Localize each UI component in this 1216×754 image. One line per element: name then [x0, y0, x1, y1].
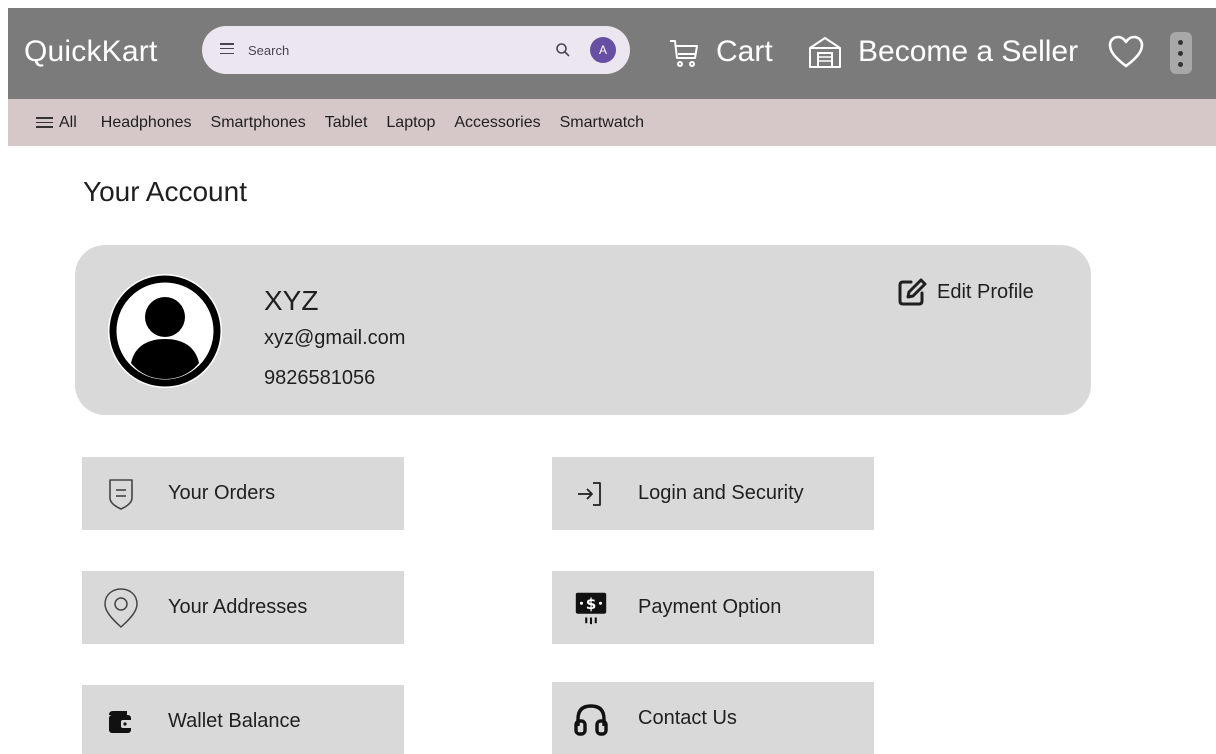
tile-label: Your Orders [168, 482, 276, 504]
account-page: QuickKart A Cart [8, 8, 1216, 754]
app-logo[interactable]: QuickKart [24, 35, 158, 69]
wallet-balance-tile[interactable]: Wallet Balance [82, 685, 404, 754]
category-smartwatch[interactable]: Smartwatch [560, 114, 644, 132]
category-all-label: All [59, 113, 77, 131]
profile-name: XYZ [264, 285, 319, 316]
page-title: Your Account [83, 176, 247, 207]
cart-label: Cart [716, 35, 773, 68]
become-seller-button[interactable]: Become a Seller [806, 34, 1078, 70]
search-bar[interactable]: A [202, 26, 630, 74]
tile-label: Login and Security [638, 482, 804, 504]
edit-icon [898, 278, 927, 306]
cart-button[interactable]: Cart [666, 34, 773, 70]
your-addresses-tile[interactable]: Your Addresses [82, 571, 404, 644]
menu-icon[interactable] [220, 43, 234, 57]
profile-phone: 9826581056 [264, 367, 376, 389]
seller-label: Become a Seller [858, 35, 1079, 68]
more-options-icon[interactable] [1170, 32, 1192, 74]
category-bar: All Headphones Smartphones Tablet Laptop… [8, 99, 1216, 146]
contact-us-tile[interactable]: Contact Us [552, 682, 874, 754]
profile-card: XYZ xyz@gmail.com 9826581056 Edit Profil… [75, 245, 1091, 415]
edit-profile-label: Edit Profile [937, 280, 1034, 303]
category-accessories[interactable]: Accessories [454, 114, 540, 132]
wallet-icon [102, 703, 140, 741]
edit-profile-button[interactable]: Edit Profile [897, 277, 1034, 307]
login-icon [572, 475, 610, 513]
category-laptop[interactable]: Laptop [386, 114, 435, 132]
profile-avatar-icon [107, 273, 223, 389]
location-icon [102, 588, 140, 629]
svg-text:$: $ [586, 595, 597, 613]
your-orders-tile[interactable]: Your Orders [82, 457, 404, 530]
payment-icon: $ [572, 589, 610, 627]
tile-label: Your Addresses [168, 596, 308, 618]
tile-label: Payment Option [638, 596, 782, 618]
orders-icon [102, 475, 140, 513]
store-icon [809, 37, 841, 68]
category-tablet[interactable]: Tablet [325, 114, 368, 132]
payment-option-tile[interactable]: $ Payment Option [552, 571, 874, 644]
wishlist-heart-icon[interactable] [1108, 35, 1144, 74]
tile-label: Wallet Balance [168, 710, 301, 732]
cart-icon [670, 40, 698, 67]
category-headphones[interactable]: Headphones [101, 114, 192, 132]
search-icon[interactable] [554, 41, 572, 59]
profile-email: xyz@gmail.com [264, 327, 406, 349]
search-input[interactable] [248, 40, 548, 60]
headphones-icon [572, 700, 610, 738]
menu-icon [36, 114, 53, 131]
user-avatar[interactable]: A [590, 37, 616, 63]
category-all[interactable]: All [36, 114, 77, 132]
login-security-tile[interactable]: Login and Security [552, 457, 874, 530]
category-smartphones[interactable]: Smartphones [211, 114, 306, 132]
tile-label: Contact Us [638, 707, 737, 729]
top-header: QuickKart A Cart [8, 8, 1216, 99]
